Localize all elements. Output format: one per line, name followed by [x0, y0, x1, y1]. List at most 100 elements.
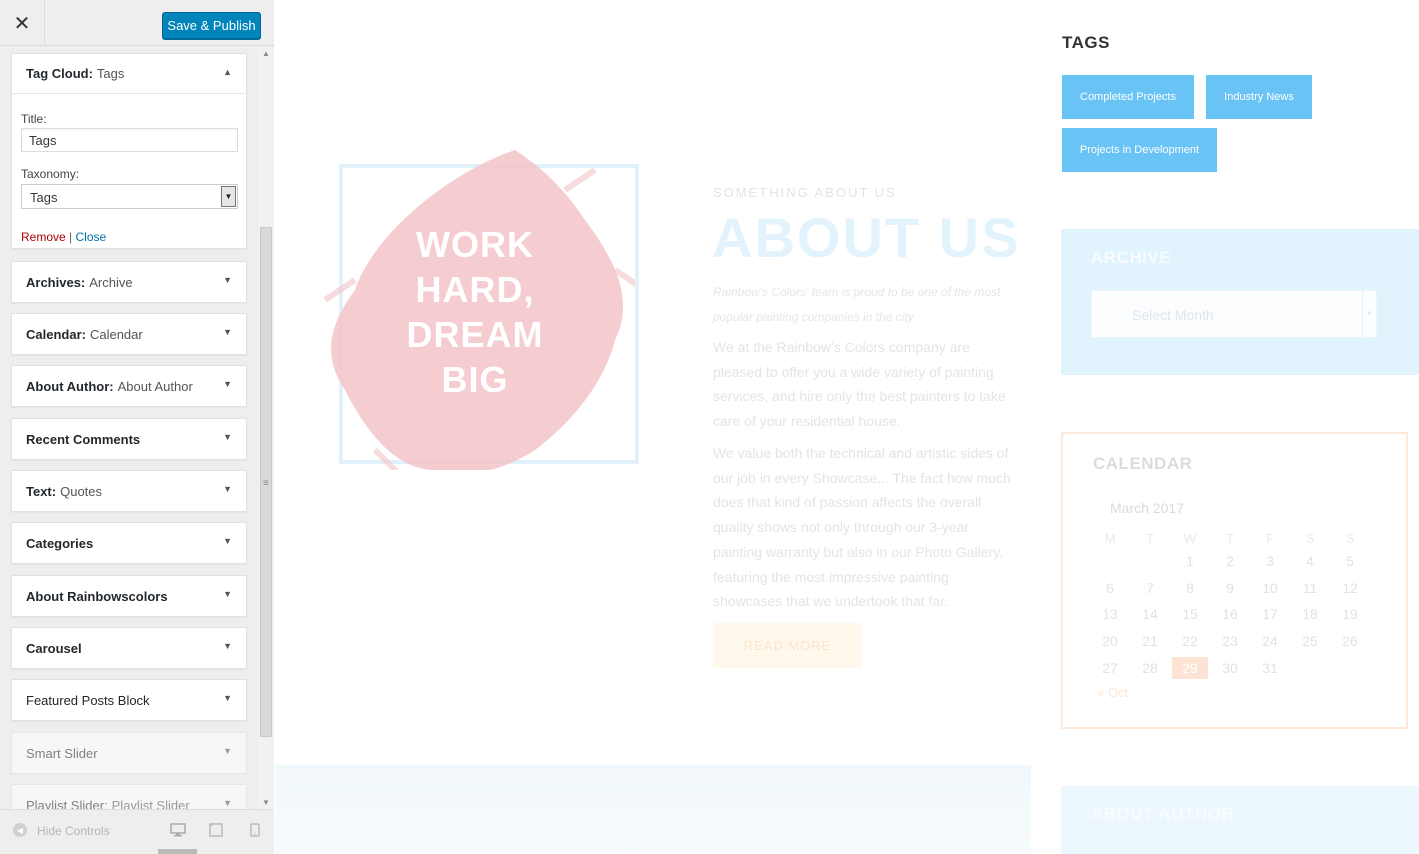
calendar-day-cell: 14 — [1142, 606, 1158, 623]
calendar-day-cell: 3 — [1266, 553, 1274, 569]
save-publish-button[interactable]: Save & Publish — [162, 12, 261, 39]
calendar-day-cell: 1 — [1186, 553, 1194, 569]
expand-arrow-icon[interactable]: ▼ — [223, 798, 232, 808]
taxonomy-select[interactable]: Tags ▼ — [21, 184, 238, 209]
expand-arrow-icon[interactable]: ▼ — [223, 484, 232, 494]
widget-header[interactable]: Featured Posts Block ▼ — [12, 680, 246, 720]
expand-arrow-icon[interactable]: ▼ — [223, 693, 232, 703]
widget-type-label: About Rainbowscolors — [26, 588, 168, 604]
expand-arrow-icon[interactable]: ▼ — [223, 589, 232, 599]
widget-categories[interactable]: Categories ▼ — [11, 522, 247, 564]
widget-header[interactable]: Categories ▼ — [12, 523, 246, 563]
mobile-preview-icon[interactable] — [250, 823, 260, 840]
archive-month-select[interactable]: Select Month ▼ — [1091, 290, 1377, 338]
panel-scrollbar[interactable]: ▲ ▼ — [258, 47, 274, 809]
calendar-widget-title: CALENDAR — [1093, 454, 1193, 473]
calendar-day-cell: 9 — [1226, 579, 1234, 596]
calendar-day-header: T — [1226, 530, 1234, 546]
about-paragraph: We value both the technical and artistic… — [713, 445, 1011, 610]
widget-header[interactable]: Carousel ▼ — [12, 628, 246, 668]
calendar-prev-link[interactable]: « Oct — [1097, 685, 1128, 700]
resize-handle-icon[interactable]: ≡ — [263, 478, 269, 489]
link-separator: | — [69, 230, 73, 244]
widget-calendar[interactable]: Calendar: Calendar ▼ — [11, 313, 247, 355]
close-widget-link[interactable]: Close — [76, 230, 107, 244]
panel-header: ✕ Save & Publish — [0, 0, 274, 46]
tag-link[interactable]: Projects in Development — [1062, 128, 1217, 172]
desktop-preview-icon[interactable] — [170, 823, 186, 840]
expand-arrow-icon[interactable]: ▼ — [223, 746, 232, 756]
widget-header[interactable]: Playlist Slider: Playlist Slider ▼ — [12, 785, 246, 810]
about-lead: Rainbow's Colors' team is proud to be on… — [713, 285, 1001, 324]
widget-featured-posts[interactable]: Featured Posts Block ▼ — [11, 679, 247, 721]
select-dropdown-icon[interactable]: ▼ — [1362, 291, 1376, 337]
calendar-day-cell: 20 — [1102, 633, 1118, 650]
site-preview: WORK HARD, DREAM BIG SOMETHING ABOUT US … — [275, 0, 1419, 854]
customizer-panel: ✕ Save & Publish Tag Cloud: Tags ▲ Title… — [0, 0, 274, 854]
hide-controls-icon[interactable]: ◀ — [13, 823, 27, 837]
widget-tag-cloud: Tag Cloud: Tags ▲ Title: Tags Taxonomy: … — [11, 53, 247, 249]
widget-name-label: Playlist Slider — [111, 797, 190, 810]
widget-text-quotes[interactable]: Text: Quotes ▼ — [11, 470, 247, 512]
close-customizer-button[interactable]: ✕ — [0, 0, 45, 46]
widget-tag-cloud-header[interactable]: Tag Cloud: Tags ▲ — [12, 54, 246, 94]
calendar-day-header: F — [1266, 530, 1274, 546]
expand-arrow-icon[interactable]: ▼ — [223, 432, 232, 442]
calendar-day-cell: 18 — [1302, 606, 1318, 623]
expand-arrow-icon[interactable]: ▼ — [223, 641, 232, 651]
calendar-day-cell: 5 — [1346, 553, 1354, 569]
collapse-arrow-icon[interactable]: ▲ — [223, 67, 232, 77]
scroll-down-icon[interactable]: ▼ — [262, 798, 270, 807]
widget-header[interactable]: About Rainbowscolors ▼ — [12, 576, 246, 616]
calendar-day-cell: 28 — [1142, 659, 1158, 676]
hide-controls-button[interactable]: Hide Controls — [37, 824, 110, 838]
calendar-day-cell: 31 — [1262, 659, 1278, 676]
calendar-day-cell: 22 — [1182, 633, 1198, 650]
taxonomy-field-label: Taxonomy: — [21, 167, 80, 181]
calendar-day-cell: 30 — [1222, 659, 1238, 676]
calendar-day-cell: 8 — [1186, 579, 1194, 596]
calendar-widget: CALENDAR March 2017 M T W T F S S 1 2 3 4 5 6 7 8 9 10 11… — [1061, 432, 1408, 729]
widget-header[interactable]: Archives: Archive ▼ — [12, 262, 246, 302]
tag-link[interactable]: Industry News — [1206, 75, 1312, 119]
tablet-preview-icon[interactable] — [209, 823, 223, 840]
widget-type-label: Text: — [26, 483, 57, 499]
expand-arrow-icon[interactable]: ▼ — [223, 536, 232, 546]
calendar-day-cell: 17 — [1262, 606, 1278, 623]
widget-type-label: Playlist Slider: — [26, 797, 108, 810]
expand-arrow-icon[interactable]: ▼ — [223, 275, 232, 285]
widget-playlist-slider[interactable]: Playlist Slider: Playlist Slider ▼ — [11, 784, 247, 809]
widget-name-label: Quotes — [60, 483, 103, 499]
widget-carousel[interactable]: Carousel ▼ — [11, 627, 247, 669]
title-input[interactable]: Tags — [21, 128, 238, 152]
remove-widget-link[interactable]: Remove — [21, 230, 66, 244]
widget-about-rainbowscolors[interactable]: About Rainbowscolors ▼ — [11, 575, 247, 617]
calendar-day-cell: 25 — [1302, 633, 1318, 650]
calendar-day-cell: 16 — [1222, 606, 1238, 623]
calendar-today-cell: 29 — [1172, 656, 1208, 679]
widget-archives[interactable]: Archives: Archive ▼ — [11, 261, 247, 303]
widget-about-author[interactable]: About Author: About Author ▼ — [11, 365, 247, 407]
widget-type-label: Carousel — [26, 640, 82, 656]
read-more-button[interactable]: READ MORE — [713, 623, 862, 668]
tag-link[interactable]: Completed Projects — [1062, 75, 1194, 119]
widget-header[interactable]: Text: Quotes ▼ — [12, 471, 246, 511]
expand-arrow-icon[interactable]: ▼ — [223, 379, 232, 389]
widget-header[interactable]: Smart Slider ▼ — [12, 733, 246, 773]
hero-slogan: WORK HARD, DREAM BIG — [385, 222, 565, 402]
widget-recent-comments[interactable]: Recent Comments ▼ — [11, 418, 247, 460]
widget-header[interactable]: About Author: About Author ▼ — [12, 366, 246, 406]
widget-header[interactable]: Calendar: Calendar ▼ — [12, 314, 246, 354]
select-dropdown-icon[interactable]: ▼ — [221, 186, 236, 207]
widget-smart-slider[interactable]: Smart Slider ▼ — [11, 732, 247, 774]
expand-arrow-icon[interactable]: ▼ — [223, 327, 232, 337]
calendar-day-cell: 10 — [1262, 579, 1278, 596]
calendar-day-cell: 2 — [1226, 553, 1234, 569]
calendar-day-header: M — [1104, 530, 1116, 546]
scroll-up-icon[interactable]: ▲ — [262, 49, 270, 58]
calendar-day-cell: 24 — [1262, 633, 1278, 650]
calendar-day-cell: 26 — [1342, 633, 1358, 650]
widget-header[interactable]: Recent Comments ▼ — [12, 419, 246, 459]
calendar-day-cell: 12 — [1342, 579, 1358, 596]
calendar-day-header: W — [1183, 530, 1197, 546]
